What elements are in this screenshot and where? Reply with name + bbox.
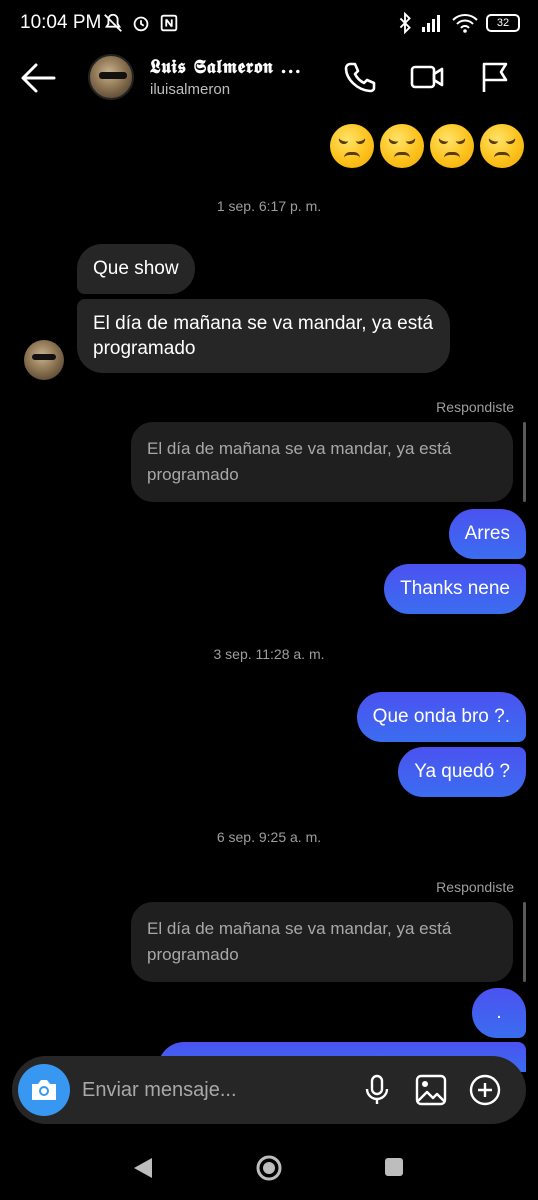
nav-home-icon[interactable] xyxy=(255,1154,283,1182)
outgoing-message[interactable]: Que onda bro ?. xyxy=(356,692,526,742)
incoming-message[interactable]: El día de mañana se va mandar, ya está p… xyxy=(77,299,450,373)
outgoing-message[interactable]: . xyxy=(472,988,526,1038)
nfc-icon xyxy=(160,14,178,32)
battery-indicator: 32 xyxy=(486,14,520,32)
contact-avatar[interactable] xyxy=(88,54,134,100)
back-arrow-icon[interactable] xyxy=(20,62,56,94)
video-camera-icon[interactable] xyxy=(410,60,444,94)
status-time: 10:04 PM xyxy=(20,12,102,33)
camera-icon xyxy=(32,1080,56,1100)
nav-recents-icon[interactable] xyxy=(385,1158,403,1176)
contact-handle[interactable]: iluisalmeron xyxy=(150,81,230,98)
reply-label: Respondiste xyxy=(436,879,514,895)
reply-label: Respondiste xyxy=(436,399,514,415)
phone-icon[interactable] xyxy=(342,60,376,94)
status-bar: 10:04 PM 32 xyxy=(0,0,538,48)
wifi-icon xyxy=(452,14,478,33)
timestamp: 1 sep. 6:17 p. m. xyxy=(216,198,322,214)
system-nav-bar xyxy=(0,1140,538,1200)
alarm-icon xyxy=(133,16,149,32)
gallery-icon[interactable] xyxy=(414,1073,448,1107)
notifications-off-icon xyxy=(104,13,122,32)
flag-icon[interactable] xyxy=(478,60,512,94)
status-right-icons: 32 xyxy=(398,12,520,34)
disappointed-face-icon xyxy=(330,124,374,168)
bluetooth-icon xyxy=(399,12,411,34)
incoming-message[interactable]: Que show xyxy=(77,244,195,294)
contact-name[interactable]: 𝕷𝖚𝖎𝖘 𝕾𝖆𝖑𝖒𝖊𝖗𝖔𝖓 ... xyxy=(150,56,302,78)
contact-avatar-small[interactable] xyxy=(24,340,64,380)
message-composer xyxy=(12,1056,526,1124)
message-input[interactable] xyxy=(82,1076,342,1104)
reply-quote[interactable]: El día de mañana se va mandar, ya está p… xyxy=(131,902,513,982)
reply-bar xyxy=(523,902,526,982)
reply-bar xyxy=(523,422,526,502)
reply-quote[interactable]: El día de mañana se va mandar, ya está p… xyxy=(131,422,513,502)
timestamp: 6 sep. 9:25 a. m. xyxy=(216,829,322,845)
disappointed-face-icon xyxy=(380,124,424,168)
disappointed-face-icon xyxy=(480,124,524,168)
outgoing-message[interactable]: Ya quedó ? xyxy=(398,747,526,797)
outgoing-message[interactable]: Arres xyxy=(448,509,526,559)
disappointed-face-icon xyxy=(430,124,474,168)
status-left-icons xyxy=(102,12,180,34)
signal-icon xyxy=(422,15,440,32)
timestamp: 3 sep. 11:28 a. m. xyxy=(213,646,325,662)
outgoing-message[interactable]: Thanks nene xyxy=(384,564,526,614)
chat-header: 𝕷𝖚𝖎𝖘 𝕾𝖆𝖑𝖒𝖊𝖗𝖔𝖓 ... iluisalmeron xyxy=(0,48,538,110)
camera-button[interactable] xyxy=(18,1064,70,1116)
plus-icon[interactable] xyxy=(468,1073,502,1107)
nav-back-icon[interactable] xyxy=(132,1156,154,1180)
emoji-message[interactable] xyxy=(330,124,524,168)
microphone-icon[interactable] xyxy=(360,1073,394,1107)
